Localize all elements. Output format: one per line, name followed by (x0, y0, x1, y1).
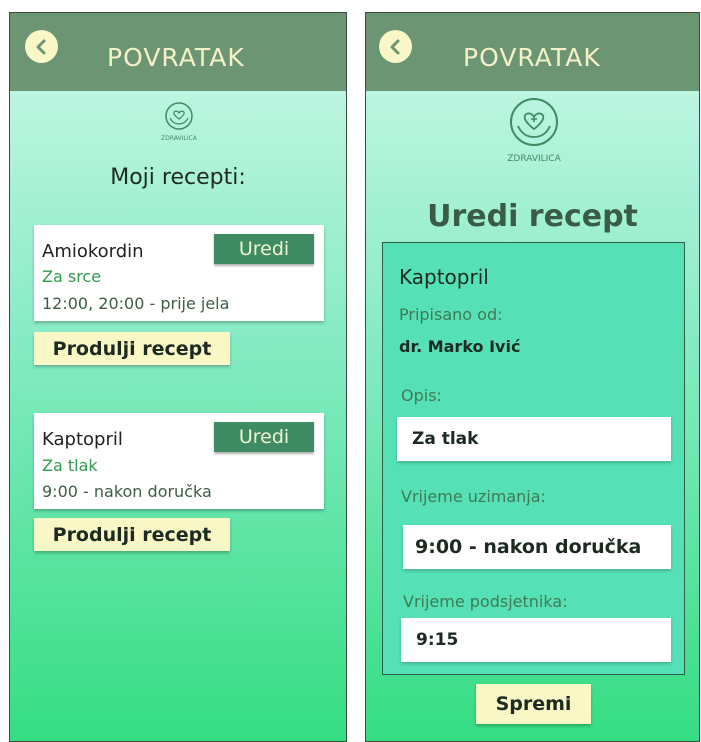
description-label: Opis: (401, 386, 442, 405)
logo-text: ZDRAVILICA (161, 135, 198, 142)
back-arrow-icon (390, 39, 399, 54)
intake-time-field[interactable]: 9:00 - nakon doručka (403, 525, 671, 569)
reminder-time-field[interactable]: 9:15 (401, 618, 671, 662)
prescription-card: Kaptopril Za tlak 9:00 - nakon doručka U… (34, 413, 324, 509)
page-title: Uredi recept (427, 199, 638, 234)
description-field[interactable]: Za tlak (397, 417, 671, 461)
reminder-time-label: Vrijeme podsjetnika: (403, 592, 568, 611)
logo-text: ZDRAVILICA (507, 154, 561, 164)
extend-prescription-button[interactable]: Produlji recept (34, 332, 230, 365)
medicine-name: Amiokordin (42, 241, 144, 262)
back-button[interactable] (25, 30, 58, 63)
back-button[interactable] (379, 30, 412, 63)
medicine-schedule: 9:00 - nakon doručka (42, 482, 212, 501)
edit-prescription-screen: POVRATAK ZDRAVILICA Uredi recept Kaptopr… (365, 12, 700, 742)
top-bar: POVRATAK (10, 13, 346, 91)
back-label[interactable]: POVRATAK (463, 43, 601, 72)
prescription-card: Amiokordin Za srce 12:00, 20:00 - prije … (34, 225, 324, 321)
back-arrow-icon (36, 39, 45, 54)
doctor-name: dr. Marko Ivić (399, 337, 521, 356)
medicine-schedule: 12:00, 20:00 - prije jela (42, 294, 230, 313)
medicine-name: Kaptopril (399, 265, 489, 289)
medicine-description: Za tlak (42, 456, 98, 475)
extend-prescription-button[interactable]: Produlji recept (34, 518, 230, 551)
edit-button[interactable]: Uredi (214, 422, 314, 452)
prescribed-by-label: Pripisano od: (399, 305, 503, 324)
medicine-name: Kaptopril (42, 429, 123, 450)
page-title: Moji recepti: (110, 165, 246, 190)
prescriptions-list-screen: POVRATAK ZDRAVILICA Moji recepti: Amioko… (9, 12, 347, 742)
back-label[interactable]: POVRATAK (107, 43, 245, 72)
edit-form-panel: Kaptopril Pripisano od: dr. Marko Ivić O… (382, 242, 685, 675)
medicine-description: Za srce (42, 267, 102, 286)
intake-time-label: Vrijeme uzimanja: (401, 487, 546, 506)
heart-hands-logo-icon: ZDRAVILICA (161, 102, 198, 142)
edit-button[interactable]: Uredi (214, 234, 314, 264)
top-bar: POVRATAK (366, 13, 699, 91)
heart-hands-logo-icon: ZDRAVILICA (507, 98, 562, 164)
save-button[interactable]: Spremi (476, 684, 591, 724)
